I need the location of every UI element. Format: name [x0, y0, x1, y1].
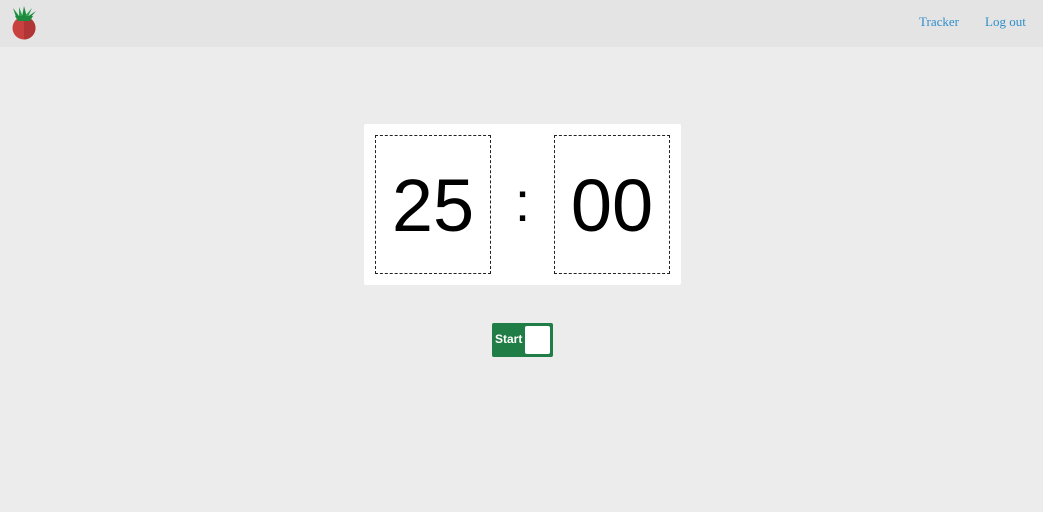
tracker-link[interactable]: Tracker	[919, 14, 959, 30]
time-separator: :	[514, 170, 531, 233]
start-toggle-label: Start	[495, 332, 523, 346]
minutes-display: 25	[375, 135, 491, 274]
top-navbar: Tracker Log out	[0, 0, 1043, 47]
timer-display: 25 : 00	[364, 124, 681, 285]
toggle-knob[interactable]	[525, 326, 550, 354]
logout-link[interactable]: Log out	[985, 14, 1026, 30]
tomato-logo-icon[interactable]	[10, 5, 40, 41]
start-toggle[interactable]: Start	[492, 323, 553, 357]
seconds-display: 00	[554, 135, 670, 274]
